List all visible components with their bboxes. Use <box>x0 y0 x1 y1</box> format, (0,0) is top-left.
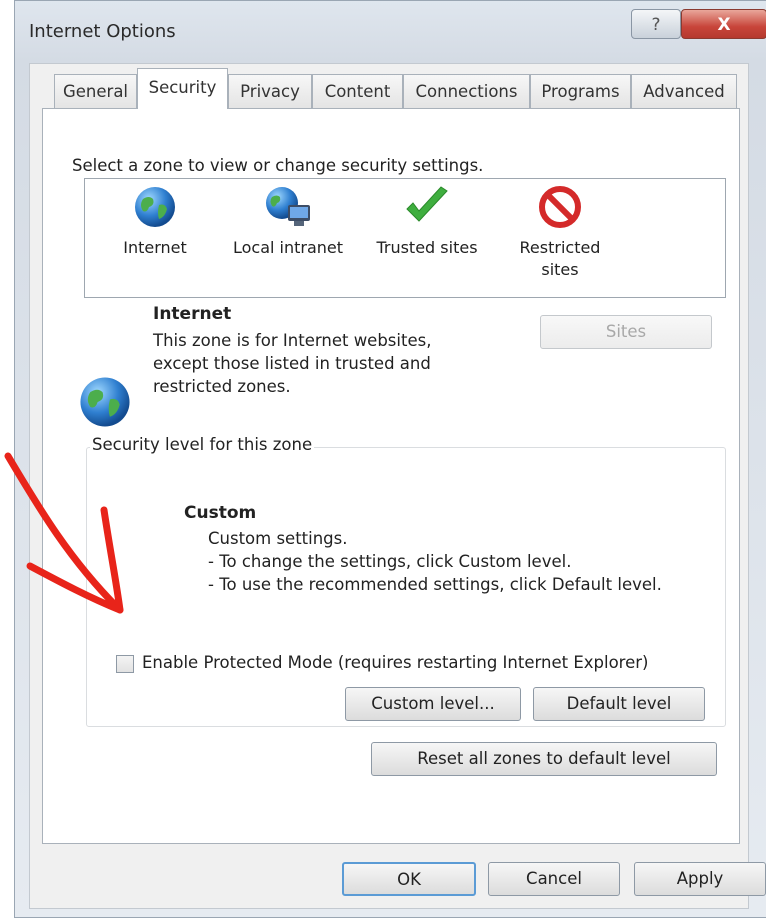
close-button[interactable]: X <box>681 9 766 39</box>
apply-button[interactable]: Apply <box>634 862 766 896</box>
security-level-line-1: Custom settings. <box>208 529 348 548</box>
zone-trusted-sites[interactable]: Trusted sites <box>367 185 487 259</box>
tab-general[interactable]: General <box>54 74 137 108</box>
zone-internet[interactable]: Internet <box>105 185 205 259</box>
zone-local-intranet-label: Local intranet <box>232 238 344 257</box>
security-level-name: Custom <box>184 503 257 523</box>
restricted-icon <box>539 186 581 228</box>
selected-zone-desc-3: restricted zones. <box>153 377 291 396</box>
tab-content[interactable]: Content <box>312 74 403 108</box>
intranet-icon <box>266 187 310 226</box>
tab-privacy[interactable]: Privacy <box>228 74 312 108</box>
tab-advanced[interactable]: Advanced <box>631 74 737 108</box>
security-tab-panel: Select a zone to view or change security… <box>42 108 740 844</box>
selected-zone-desc-1: This zone is for Internet websites, <box>153 331 432 350</box>
security-level-line-2: - To change the settings, click Custom l… <box>208 552 572 571</box>
zone-internet-label: Internet <box>123 238 187 257</box>
custom-level-button[interactable]: Custom level... <box>345 687 521 721</box>
zone-trusted-sites-label: Trusted sites <box>376 238 478 257</box>
tab-connections[interactable]: Connections <box>403 74 530 108</box>
zone-prompt: Select a zone to view or change security… <box>72 156 484 175</box>
help-button[interactable]: ? <box>631 9 681 39</box>
ok-button[interactable]: OK <box>342 862 476 896</box>
protected-mode-label[interactable]: Enable Protected Mode (requires restarti… <box>142 653 648 672</box>
title-bar[interactable]: Internet Options ? X <box>15 1 766 63</box>
cancel-button[interactable]: Cancel <box>488 862 620 896</box>
selected-zone-desc-2: except those listed in trusted and <box>153 354 431 373</box>
protected-mode-checkbox[interactable] <box>116 655 134 673</box>
default-level-button[interactable]: Default level <box>533 687 705 721</box>
selected-zone-name: Internet <box>153 304 232 324</box>
window-title: Internet Options <box>29 21 176 42</box>
sites-button[interactable]: Sites <box>540 315 712 349</box>
annotation-arrow-icon <box>4 452 124 614</box>
security-level-line-3: - To use the recommended settings, click… <box>208 575 662 594</box>
zone-restricted-sites-label-1: Restricted <box>519 238 601 257</box>
globe-icon <box>135 187 175 227</box>
zone-restricted-sites[interactable]: Restricted sites <box>505 185 615 281</box>
zone-local-intranet[interactable]: Local intranet <box>223 185 353 259</box>
checkmark-icon <box>406 186 448 222</box>
zone-list: Internet Local intranet Trusted sites Re… <box>84 178 726 298</box>
selected-zone-globe-icon <box>80 377 130 427</box>
tab-security[interactable]: Security <box>137 68 228 109</box>
reset-all-zones-button[interactable]: Reset all zones to default level <box>371 742 717 776</box>
zone-restricted-sites-label-2: sites <box>541 260 579 279</box>
tab-programs[interactable]: Programs <box>530 74 631 108</box>
